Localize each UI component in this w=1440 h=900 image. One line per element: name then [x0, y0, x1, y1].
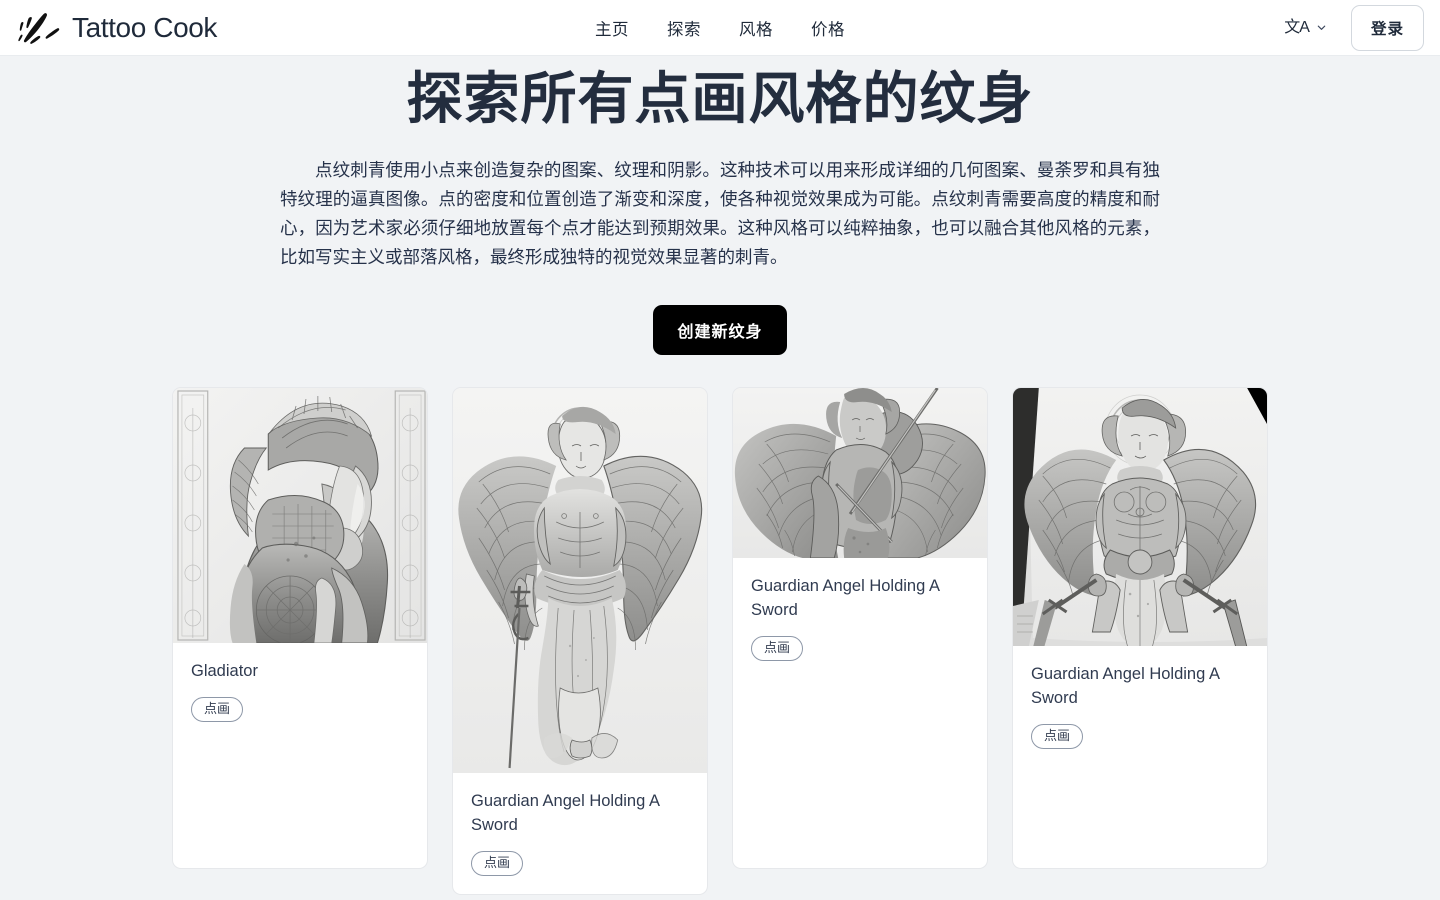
style-badge[interactable]: 点画 — [1031, 724, 1084, 750]
tattoo-card[interactable]: Guardian Angel Holding A Sword 点画 — [732, 387, 988, 870]
card-title: Guardian Angel Holding A Sword — [751, 577, 940, 620]
hero-section: 探索所有点画风格的纹身 点纹刺青使用小点来创造复杂的图案、纹理和阴影。这种技术可… — [0, 56, 1440, 356]
style-badge[interactable]: 点画 — [471, 851, 524, 877]
brand-logo-link[interactable]: Tattoo Cook — [14, 11, 217, 45]
tattoo-card[interactable]: Guardian Angel Holding A Sword 点画 — [1012, 387, 1268, 870]
winged-angel-with-sword-drawing — [453, 388, 707, 774]
card-body: Guardian Angel Holding A Sword 点画 — [1013, 646, 1267, 767]
tattoo-gallery: Gladiator 点画 Guardian Angel Holding A Sw… — [172, 387, 1268, 896]
female-angel-two-swords-drawing — [1013, 388, 1267, 647]
nav-item-styles[interactable]: 风格 — [739, 16, 773, 40]
nav-item-pricing[interactable]: 价格 — [811, 16, 845, 40]
main-nav: 主页 探索 风格 价格 — [595, 16, 845, 40]
brand-name: Tattoo Cook — [72, 11, 218, 43]
nav-item-explore[interactable]: 探索 — [667, 16, 701, 40]
tattoo-card[interactable]: Gladiator 点画 — [172, 387, 428, 870]
card-body: Gladiator 点画 — [173, 643, 427, 740]
wide-winged-angel-drawing — [733, 388, 987, 559]
tattoo-card[interactable]: Guardian Angel Holding A Sword 点画 — [452, 387, 708, 896]
chevron-down-icon — [1317, 25, 1326, 30]
card-title: Gladiator — [191, 662, 258, 681]
ink-splatter-logo-icon — [18, 12, 60, 44]
card-body: Guardian Angel Holding A Sword 点画 — [733, 558, 987, 679]
cta-container: 创建新纹身 — [0, 305, 1440, 356]
create-tattoo-button[interactable]: 创建新纹身 — [653, 305, 787, 356]
gladiator-profile-helmet-drawing — [173, 388, 427, 644]
hero-description: 点纹刺青使用小点来创造复杂的图案、纹理和阴影。这种技术可以用来形成详细的几何图案… — [280, 160, 1160, 268]
card-title: Guardian Angel Holding A Sword — [471, 792, 660, 835]
style-badge[interactable]: 点画 — [191, 697, 244, 723]
style-badge[interactable]: 点画 — [751, 636, 804, 662]
page-title: 探索所有点画风格的纹身 — [406, 67, 1034, 130]
card-body: Guardian Angel Holding A Sword 点画 — [453, 773, 707, 894]
language-switcher[interactable]: 文A — [1282, 16, 1329, 40]
login-button[interactable]: 登录 — [1350, 4, 1424, 51]
header-actions: 文A 登录 — [1282, 4, 1424, 51]
language-icon: 文A — [1284, 18, 1310, 36]
card-title: Guardian Angel Holding A Sword — [1031, 665, 1220, 708]
site-header: Tattoo Cook 主页 探索 风格 价格 文A 登录 — [0, 0, 1440, 56]
nav-item-home[interactable]: 主页 — [595, 16, 629, 40]
